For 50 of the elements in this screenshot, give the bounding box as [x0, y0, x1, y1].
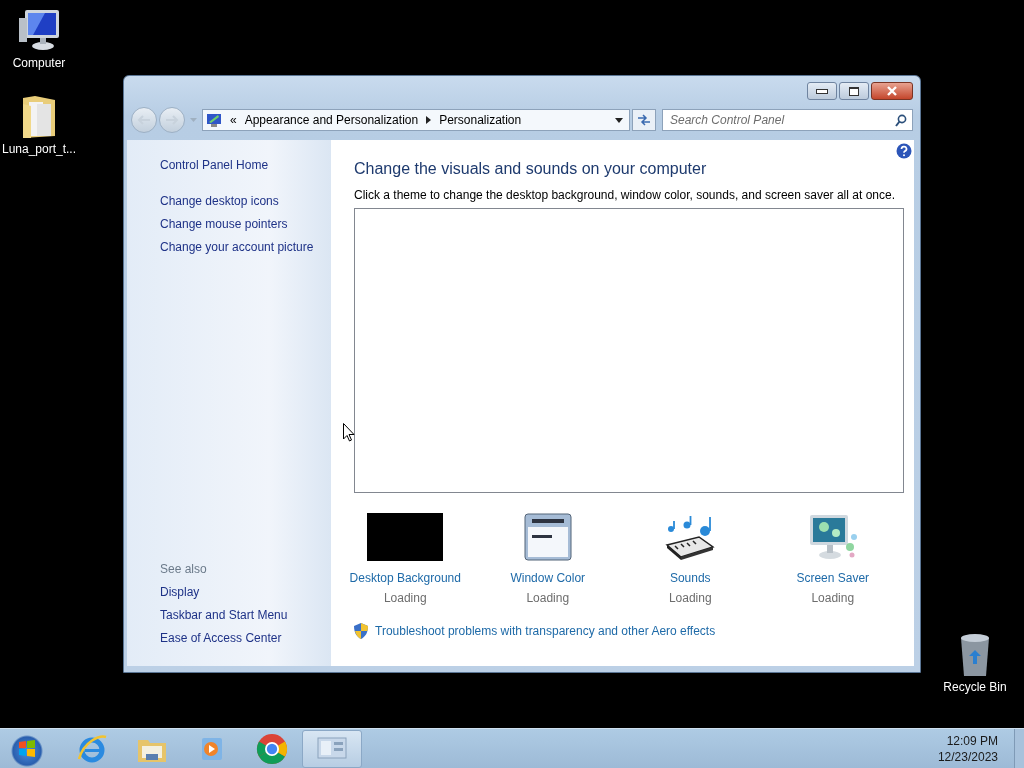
sidebar-link[interactable]: Taskbar and Start Menu	[160, 604, 331, 627]
loading-status: Loading	[811, 590, 855, 607]
window-color-icon[interactable]	[523, 513, 572, 561]
minimize-button[interactable]	[807, 82, 837, 100]
dropdown-arrow-icon[interactable]	[615, 117, 623, 123]
search-icon[interactable]	[895, 114, 907, 127]
maximize-button[interactable]	[839, 82, 869, 100]
refresh-icon[interactable]	[637, 114, 651, 126]
personalization-link[interactable]: Window Color	[510, 568, 586, 588]
piano-notes-icon[interactable]	[665, 513, 716, 561]
monitor-bubbles-icon[interactable]	[807, 513, 858, 561]
windows-logo-icon[interactable]	[17, 738, 37, 759]
breadcrumb-arrow-icon[interactable]	[426, 116, 432, 124]
mouse-cursor-icon	[343, 423, 355, 442]
breadcrumb-item[interactable]: Appearance and Personalization	[244, 113, 419, 127]
browser-circle-icon[interactable]	[256, 732, 288, 765]
personalization-link[interactable]: Desktop Background	[349, 568, 461, 588]
desktop-icon-label[interactable]: Luna_port_t...	[1, 142, 77, 156]
sidebar-link[interactable]: Change desktop icons	[160, 190, 331, 213]
desktop-icon-label[interactable]: Computer	[12, 56, 66, 70]
loading-status: Loading	[526, 590, 570, 607]
sidebar-link[interactable]: Display	[160, 581, 331, 604]
search-field[interactable]: Search Control Panel	[662, 109, 913, 131]
sidebar-link[interactable]: Control Panel Home	[160, 154, 331, 177]
browser-e-icon[interactable]	[76, 732, 108, 765]
breadcrumb-item[interactable]: Personalization	[439, 113, 522, 127]
close-icon[interactable]	[886, 86, 898, 96]
shield-icon	[354, 623, 368, 639]
help-icon[interactable]	[896, 143, 912, 159]
clock-time[interactable]: 12:09 PM	[946, 732, 998, 749]
sidebar-link[interactable]: Ease of Access Center	[160, 627, 331, 650]
page-description: Click a theme to change the desktop background, window color, sounds, and screen saver all at once.	[354, 188, 896, 202]
personalization-link[interactable]: Sounds	[669, 568, 711, 588]
troubleshoot-link[interactable]: Troubleshoot problems with transparency and other Aero effects	[375, 624, 716, 638]
taskbar-app-button[interactable]	[302, 729, 362, 768]
personalization-link[interactable]: Screen Saver	[796, 568, 870, 588]
page-heading: Change the visuals and sounds on your computer	[354, 160, 708, 178]
sidebar-link[interactable]: Change mouse pointers	[160, 213, 331, 236]
sidebar-link[interactable]: Change your account picture	[160, 236, 331, 259]
loading-status: Loading	[668, 590, 712, 607]
breadcrumb-overflow[interactable]: «	[230, 113, 237, 127]
desktop-background-thumbnail[interactable]	[367, 513, 444, 561]
clock-date[interactable]: 12/23/2023	[937, 748, 998, 765]
see-also-heading: See also	[160, 561, 208, 578]
desktop-icon-label[interactable]: Recycle Bin	[943, 680, 1007, 694]
refresh-button[interactable]	[632, 109, 656, 131]
control-panel-icon	[206, 112, 222, 128]
close-button[interactable]	[871, 82, 913, 100]
address-bar[interactable]: « Appearance and Personalization Personalization	[202, 109, 630, 131]
loading-status: Loading	[383, 590, 427, 607]
